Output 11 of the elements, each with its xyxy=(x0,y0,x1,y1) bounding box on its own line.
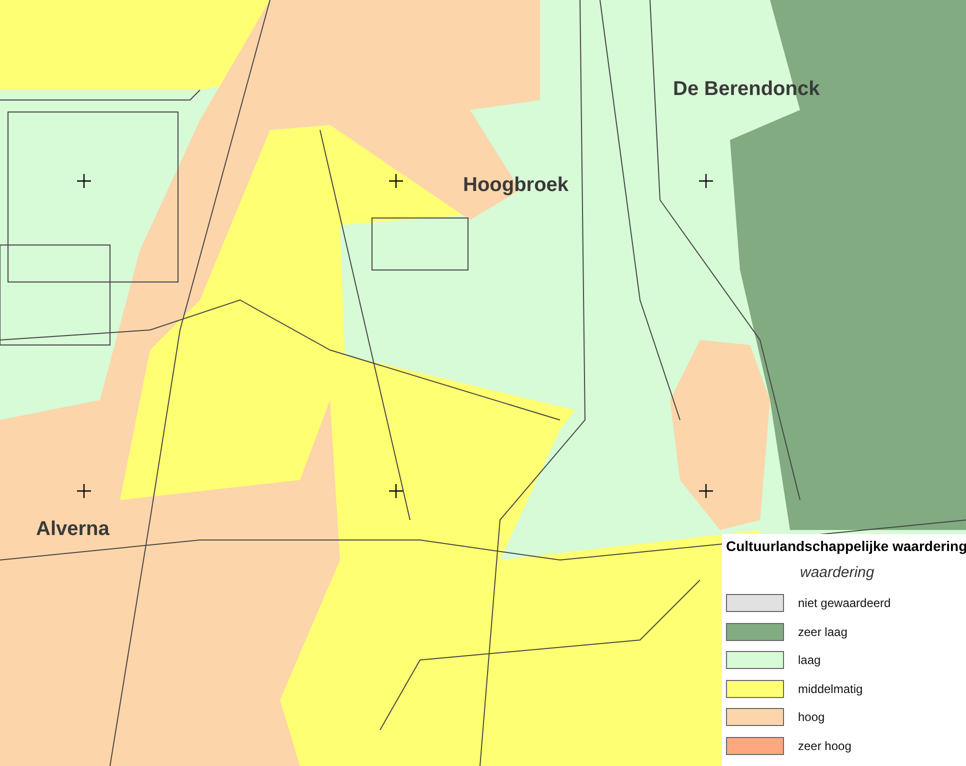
legend-label: hoog xyxy=(798,710,825,724)
place-label: De Berendonck xyxy=(673,78,820,101)
place-label: Hoogbroek xyxy=(463,174,569,197)
place-label: Alverna xyxy=(36,518,110,541)
legend-label: middelmatig xyxy=(798,682,863,696)
legend-label: niet gewaardeerd xyxy=(798,596,891,610)
legend-label: zeer hoog xyxy=(798,738,852,753)
legend-subtitle: waardering xyxy=(800,564,876,581)
legend-label: laag xyxy=(798,653,821,668)
legend-label: zeer laag xyxy=(798,624,848,639)
legend-title: Cultuurlandschappelijke waardering xyxy=(726,538,966,554)
